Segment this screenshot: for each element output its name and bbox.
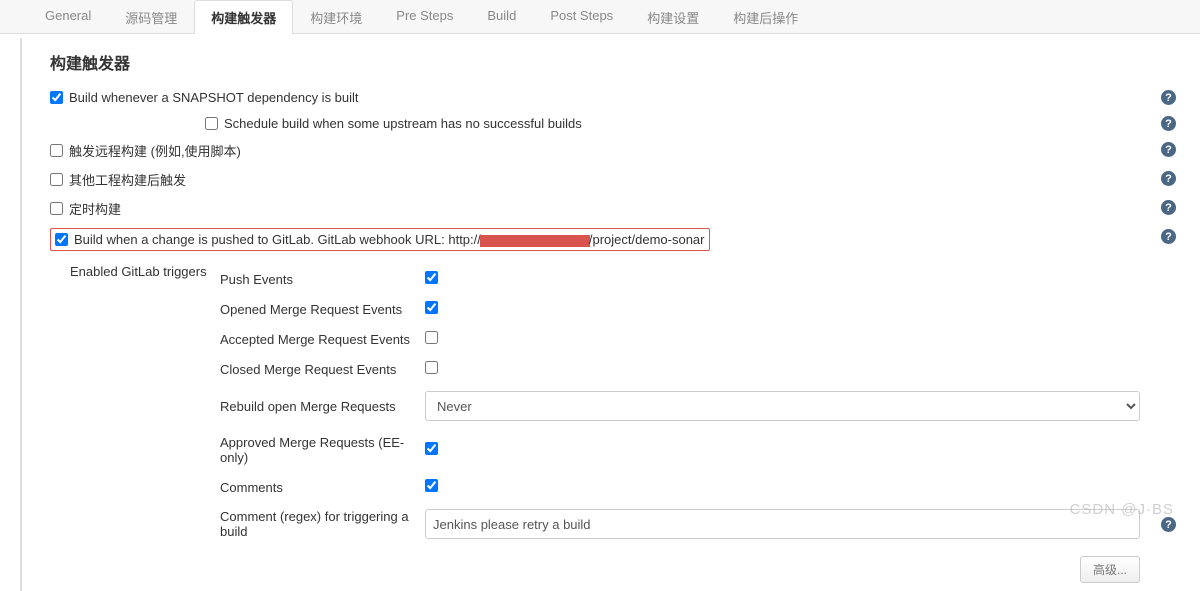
trigger-snapshot-checkbox[interactable] <box>50 91 63 104</box>
gitlab-highlight-box: Build when a change is pushed to GitLab.… <box>50 228 710 251</box>
trigger-timer-row: 定时构建 ? <box>50 194 1180 223</box>
comment-regex-row: Comment (regex) for triggering a build ? <box>220 502 1180 546</box>
config-tabs: General 源码管理 构建触发器 构建环境 Pre Steps Build … <box>0 0 1200 34</box>
accepted-mr-row: Accepted Merge Request Events <box>220 324 1180 354</box>
tab-build[interactable]: Build <box>470 0 533 34</box>
tab-post-build[interactable]: 构建后操作 <box>716 0 815 34</box>
rebuild-mr-select[interactable]: Never <box>425 391 1140 421</box>
opened-mr-row: Opened Merge Request Events <box>220 294 1180 324</box>
trigger-gitlab-row: Build when a change is pushed to GitLab.… <box>50 223 1180 256</box>
help-icon[interactable]: ? <box>1161 142 1176 157</box>
approved-mr-label: Approved Merge Requests (EE-only) <box>220 435 425 465</box>
gitlab-triggers-options: Push Events Opened Merge Request Events … <box>220 264 1180 583</box>
approved-mr-row: Approved Merge Requests (EE-only) <box>220 428 1180 472</box>
tab-build-settings[interactable]: 构建设置 <box>630 0 716 34</box>
tab-build-env[interactable]: 构建环境 <box>293 0 379 34</box>
tab-build-triggers[interactable]: 构建触发器 <box>194 0 293 34</box>
comments-checkbox[interactable] <box>425 479 438 492</box>
tab-general[interactable]: General <box>28 0 108 34</box>
trigger-snapshot-row: Build whenever a SNAPSHOT dependency is … <box>50 84 1180 110</box>
opened-mr-label: Opened Merge Request Events <box>220 302 425 317</box>
help-icon[interactable]: ? <box>1161 90 1176 105</box>
help-icon[interactable]: ? <box>1161 517 1176 532</box>
push-events-checkbox[interactable] <box>425 271 438 284</box>
help-icon[interactable]: ? <box>1161 116 1176 131</box>
gitlab-label-prefix: Build when a change is pushed to GitLab.… <box>74 232 481 247</box>
trigger-remote-row: 触发远程构建 (例如,使用脚本) ? <box>50 136 1180 165</box>
approved-mr-checkbox[interactable] <box>425 442 438 455</box>
content-area: 构建触发器 Build whenever a SNAPSHOT dependen… <box>20 38 1200 591</box>
gitlab-triggers-subsection: Enabled GitLab triggers Push Events Open… <box>50 256 1180 583</box>
comments-label: Comments <box>220 480 425 495</box>
closed-mr-row: Closed Merge Request Events <box>220 354 1180 384</box>
comment-regex-input[interactable] <box>425 509 1140 539</box>
advanced-button[interactable]: 高级... <box>1080 556 1140 583</box>
trigger-timer-checkbox[interactable] <box>50 202 63 215</box>
closed-mr-checkbox[interactable] <box>425 361 438 374</box>
trigger-remote-checkbox[interactable] <box>50 144 63 157</box>
trigger-timer-label[interactable]: 定时构建 <box>69 199 121 218</box>
tab-pre-steps[interactable]: Pre Steps <box>379 0 470 34</box>
schedule-upstream-row: Schedule build when some upstream has no… <box>50 110 1180 136</box>
schedule-upstream-label[interactable]: Schedule build when some upstream has no… <box>224 116 582 131</box>
help-icon[interactable]: ? <box>1161 171 1176 186</box>
trigger-remote-label[interactable]: 触发远程构建 (例如,使用脚本) <box>69 141 241 160</box>
trigger-other-project-label[interactable]: 其他工程构建后触发 <box>69 170 186 189</box>
push-events-row: Push Events <box>220 264 1180 294</box>
gitlab-triggers-title: Enabled GitLab triggers <box>50 264 220 583</box>
section-title: 构建触发器 <box>50 50 1180 74</box>
trigger-snapshot-label[interactable]: Build whenever a SNAPSHOT dependency is … <box>69 90 359 105</box>
trigger-gitlab-checkbox[interactable] <box>55 233 68 246</box>
gitlab-label-suffix: /project/demo-sonar <box>589 232 705 247</box>
closed-mr-label: Closed Merge Request Events <box>220 362 425 377</box>
opened-mr-checkbox[interactable] <box>425 301 438 314</box>
tab-post-steps[interactable]: Post Steps <box>533 0 630 34</box>
tab-scm[interactable]: 源码管理 <box>108 0 194 34</box>
help-icon[interactable]: ? <box>1161 229 1176 244</box>
schedule-upstream-checkbox[interactable] <box>205 117 218 130</box>
push-events-label: Push Events <box>220 272 425 287</box>
help-icon[interactable]: ? <box>1161 200 1176 215</box>
trigger-other-project-row: 其他工程构建后触发 ? <box>50 165 1180 194</box>
gitlab-url-redacted <box>480 235 590 247</box>
trigger-other-project-checkbox[interactable] <box>50 173 63 186</box>
accepted-mr-label: Accepted Merge Request Events <box>220 332 425 347</box>
trigger-gitlab-label[interactable]: Build when a change is pushed to GitLab.… <box>74 232 705 247</box>
rebuild-mr-row: Rebuild open Merge Requests Never <box>220 384 1180 428</box>
rebuild-mr-label: Rebuild open Merge Requests <box>220 399 425 414</box>
accepted-mr-checkbox[interactable] <box>425 331 438 344</box>
comments-row: Comments <box>220 472 1180 502</box>
comment-regex-label: Comment (regex) for triggering a build <box>220 509 425 539</box>
